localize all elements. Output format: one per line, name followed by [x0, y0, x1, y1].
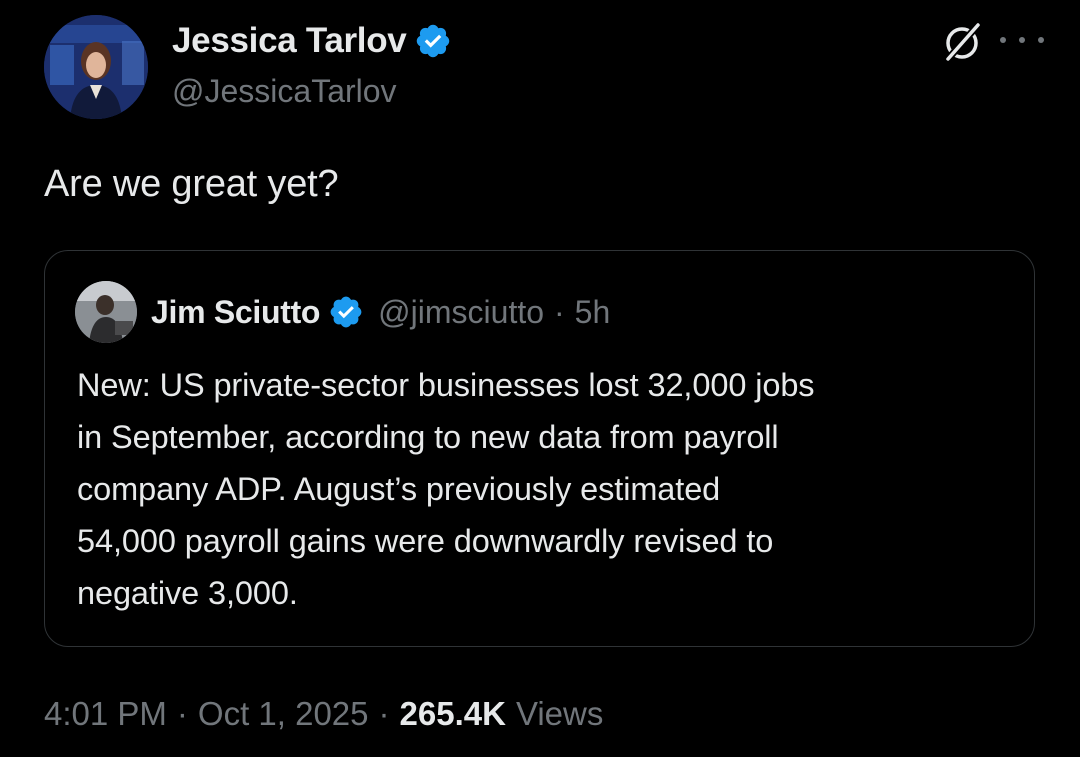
verified-badge-icon: [330, 296, 362, 328]
quoted-author-display-name[interactable]: Jim Sciutto: [151, 294, 320, 331]
author-info: Jessica Tarlov @JessicaTarlov: [172, 19, 452, 110]
tweet-time[interactable]: 4:01 PM: [44, 695, 167, 733]
quoted-tweet-text: New: US private-sector businesses lost 3…: [77, 359, 1017, 619]
tweet-header: Jessica Tarlov @JessicaTarlov: [44, 15, 1044, 119]
tweet-text: Are we great yet?: [44, 163, 339, 205]
quoted-tweet-header: Jim Sciutto @jimsciutto · 5h: [75, 281, 610, 343]
quoted-author-handle[interactable]: @jimsciutto: [378, 294, 544, 331]
quoted-tweet-line: New: US private-sector businesses lost 3…: [77, 367, 815, 403]
tweet-date[interactable]: Oct 1, 2025: [198, 695, 369, 733]
quoted-tweet-line: in September, according to new data from…: [77, 419, 779, 455]
quoted-tweet-time[interactable]: 5h: [575, 294, 611, 331]
quoted-tweet-line: 54,000 payroll gains were downwardly rev…: [77, 523, 774, 559]
author-display-name[interactable]: Jessica Tarlov: [172, 21, 407, 61]
separator-dot: ·: [176, 695, 188, 732]
author-avatar[interactable]: [44, 15, 148, 119]
separator-dot: ·: [378, 695, 390, 732]
verified-badge-icon: [417, 24, 450, 58]
more-icon[interactable]: [1000, 33, 1044, 47]
grok-icon[interactable]: [938, 17, 986, 65]
tweet-meta: 4:01 PM · Oct 1, 2025 · 265.4K Views: [44, 695, 603, 733]
author-handle[interactable]: @JessicaTarlov: [172, 73, 452, 110]
views-label: Views: [515, 695, 604, 732]
quoted-tweet-line: company ADP. August’s previously estimat…: [77, 471, 721, 507]
quoted-author-avatar[interactable]: [75, 281, 137, 343]
separator-dot: ·: [554, 293, 565, 330]
quoted-tweet-line: negative 3,000.: [77, 575, 298, 611]
views-count[interactable]: 265.4K: [400, 695, 506, 733]
quoted-tweet[interactable]: Jim Sciutto @jimsciutto · 5h New: US pri…: [44, 250, 1035, 647]
